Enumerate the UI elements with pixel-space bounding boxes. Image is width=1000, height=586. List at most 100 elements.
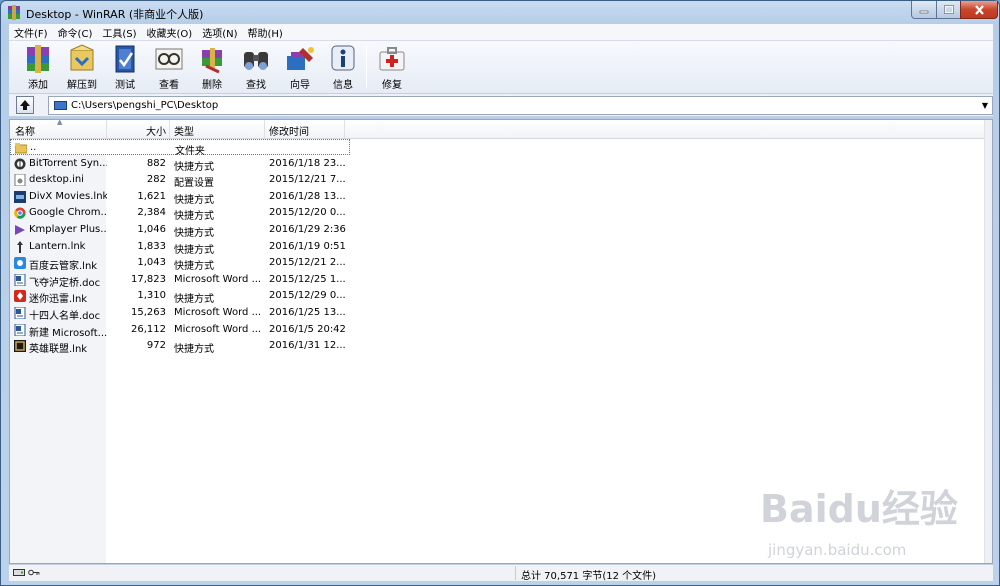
find-button[interactable]: 查找 — [234, 43, 278, 91]
file-name: BitTorrent Syn... — [29, 157, 107, 169]
address-path-text: C:\Users\pengshi_PC\Desktop — [71, 100, 219, 111]
file-name: DivX Movies.lnk — [29, 190, 107, 202]
test-icon — [115, 45, 135, 73]
view-button[interactable]: 查看 — [147, 43, 191, 91]
file-modified: 2016/1/29 2:36 — [269, 224, 346, 235]
maximize-button[interactable] — [936, 1, 961, 19]
info-button[interactable]: 信息 — [321, 43, 365, 91]
column-size[interactable]: 大小 — [146, 123, 166, 138]
file-modified: 2015/12/21 7... — [269, 174, 346, 186]
file-name: Kmplayer Plus... — [29, 224, 107, 235]
word-doc-icon — [14, 323, 26, 336]
file-modified: 2016/1/25 13... — [269, 307, 346, 318]
minimize-button[interactable] — [911, 1, 937, 19]
file-row[interactable]: Google Chrom... 2,384 快捷方式 2015/12/20 0... — [10, 205, 350, 222]
dropdown-arrow-icon[interactable]: ▼ — [982, 101, 988, 110]
menu-file[interactable]: 文件(F) — [9, 25, 53, 40]
file-row[interactable]: 百度云管家.lnk 1,043 快捷方式 2015/12/21 2... — [10, 255, 350, 273]
address-bar: C:\Users\pengshi_PC\Desktop ▼ — [9, 94, 993, 117]
file-row[interactable]: 飞夺泸定桥.doc 17,823 Microsoft Word ... 2015/12… — [10, 272, 350, 289]
divx-icon — [14, 190, 26, 203]
close-icon — [974, 4, 984, 15]
winrar-app-icon — [8, 5, 20, 20]
add-button[interactable]: 添加 — [16, 43, 60, 91]
menu-help[interactable]: 帮助(H) — [243, 25, 288, 40]
close-button[interactable] — [960, 1, 998, 19]
menu-options[interactable]: 选项(N) — [197, 25, 242, 40]
folder-up-icon — [15, 143, 27, 154]
chrome-icon — [14, 207, 26, 220]
window-title: Desktop - WinRAR (非商业个人版) — [26, 8, 204, 21]
file-type: 快捷方式 — [174, 294, 214, 306]
file-name: 迷你迅雷.lnk — [29, 294, 88, 306]
vertical-scrollbar[interactable] — [984, 120, 992, 563]
file-size: 1,043 — [137, 257, 166, 269]
wizard-button[interactable]: 向导 — [278, 43, 322, 91]
up-folder-button[interactable] — [16, 96, 34, 114]
column-name[interactable]: 名称 — [15, 123, 35, 138]
file-size: 882 — [146, 157, 166, 169]
info-label: 信息 — [333, 80, 353, 91]
title-bar[interactable]: Desktop - WinRAR (非商业个人版) — [1, 1, 999, 24]
status-total: 总计 70,571 字节(12 个文件) — [521, 571, 657, 582]
file-row[interactable]: Lantern.lnk 1,833 快捷方式 2016/1/19 0:51 — [10, 239, 350, 256]
file-row[interactable]: .. 文件夹 — [10, 139, 350, 157]
add-label: 添加 — [28, 80, 48, 91]
file-row[interactable]: DivX Movies.lnk 1,621 快捷方式 2016/1/28 13... — [10, 189, 350, 206]
file-row[interactable]: 新建 Microsoft... 26,112 Microsoft Word ... 2… — [10, 322, 350, 339]
menu-bar: 文件(F) 命令(C) 工具(S) 收藏夹(O) 选项(N) 帮助(H) — [9, 24, 993, 41]
test-button[interactable]: 测试 — [103, 43, 147, 91]
file-row[interactable]: Kmplayer Plus... 1,046 快捷方式 2016/1/29 2:36 — [10, 222, 350, 239]
xunlei-icon — [14, 290, 26, 303]
file-row[interactable]: BitTorrent Syn... 882 快捷方式 2016/1/18 23... — [10, 156, 350, 173]
file-size: 972 — [146, 340, 166, 352]
file-row[interactable]: 十四人名单.doc 15,263 Microsoft Word ... 2016/1/… — [10, 305, 350, 322]
file-modified: 2015/12/29 0... — [269, 290, 346, 302]
file-modified: 2015/12/25 1... — [269, 273, 346, 285]
view-label: 查看 — [159, 80, 179, 91]
column-type[interactable]: 类型 — [174, 123, 194, 138]
menu-command[interactable]: 命令(C) — [53, 25, 98, 40]
delete-icon — [202, 48, 222, 74]
drive-icon — [13, 569, 25, 576]
file-row[interactable]: 迷你迅雷.lnk 1,310 快捷方式 2015/12/29 0... — [10, 288, 350, 306]
extract-to-button[interactable]: 解压到 — [60, 43, 104, 91]
file-modified: 2016/1/19 0:51 — [269, 240, 346, 252]
repair-label: 修复 — [382, 80, 402, 91]
file-name: desktop.ini — [29, 174, 84, 186]
column-modified[interactable]: 修改时间 — [269, 123, 309, 138]
file-modified: 2016/1/28 13... — [269, 190, 346, 202]
file-name: 十四人名单.doc — [29, 311, 101, 322]
view-icon — [155, 48, 183, 70]
baidu-watermark: Baidu经验 — [760, 487, 958, 531]
repair-button[interactable]: 修复 — [370, 43, 414, 91]
file-modified: 2016/1/5 20:42 — [269, 323, 346, 335]
extract-to-label: 解压到 — [67, 80, 97, 91]
file-name: 新建 Microsoft... — [29, 327, 107, 339]
minimize-icon — [919, 10, 929, 13]
baidu-watermark-url: jingyan.baidu.com — [768, 541, 907, 559]
status-divider — [515, 566, 516, 580]
file-name: Google Chrom... — [29, 207, 107, 219]
file-name: Lantern.lnk — [29, 240, 86, 252]
test-label: 测试 — [115, 80, 135, 91]
status-bar: 总计 70,571 字节(12 个文件) — [9, 564, 993, 582]
file-type: 快捷方式 — [174, 261, 214, 273]
status-icons — [13, 568, 40, 580]
file-row[interactable]: 英雄联盟.lnk 972 快捷方式 2016/1/31 12... — [10, 338, 350, 356]
file-type: 快捷方式 — [174, 194, 214, 206]
wizard-label: 向导 — [290, 80, 310, 91]
menu-favorites[interactable]: 收藏夹(O) — [142, 25, 198, 40]
file-size: 26,112 — [131, 323, 166, 335]
menu-tools[interactable]: 工具(S) — [97, 25, 141, 40]
file-size: 1,833 — [137, 240, 166, 252]
wizard-icon — [287, 47, 314, 70]
word-doc-icon — [14, 273, 26, 286]
file-modified: 2016/1/18 23... — [269, 157, 346, 169]
file-row[interactable]: desktop.ini 282 配置设置 2015/12/21 7... — [10, 172, 350, 189]
delete-button[interactable]: 删除 — [190, 43, 234, 91]
file-name: 英雄联盟.lnk — [29, 344, 88, 356]
file-size: 15,263 — [131, 307, 166, 318]
column-header: 名称 ▲ 大小 类型 修改时间 — [10, 120, 992, 139]
address-path-combobox[interactable]: C:\Users\pengshi_PC\Desktop ▼ — [48, 96, 993, 115]
